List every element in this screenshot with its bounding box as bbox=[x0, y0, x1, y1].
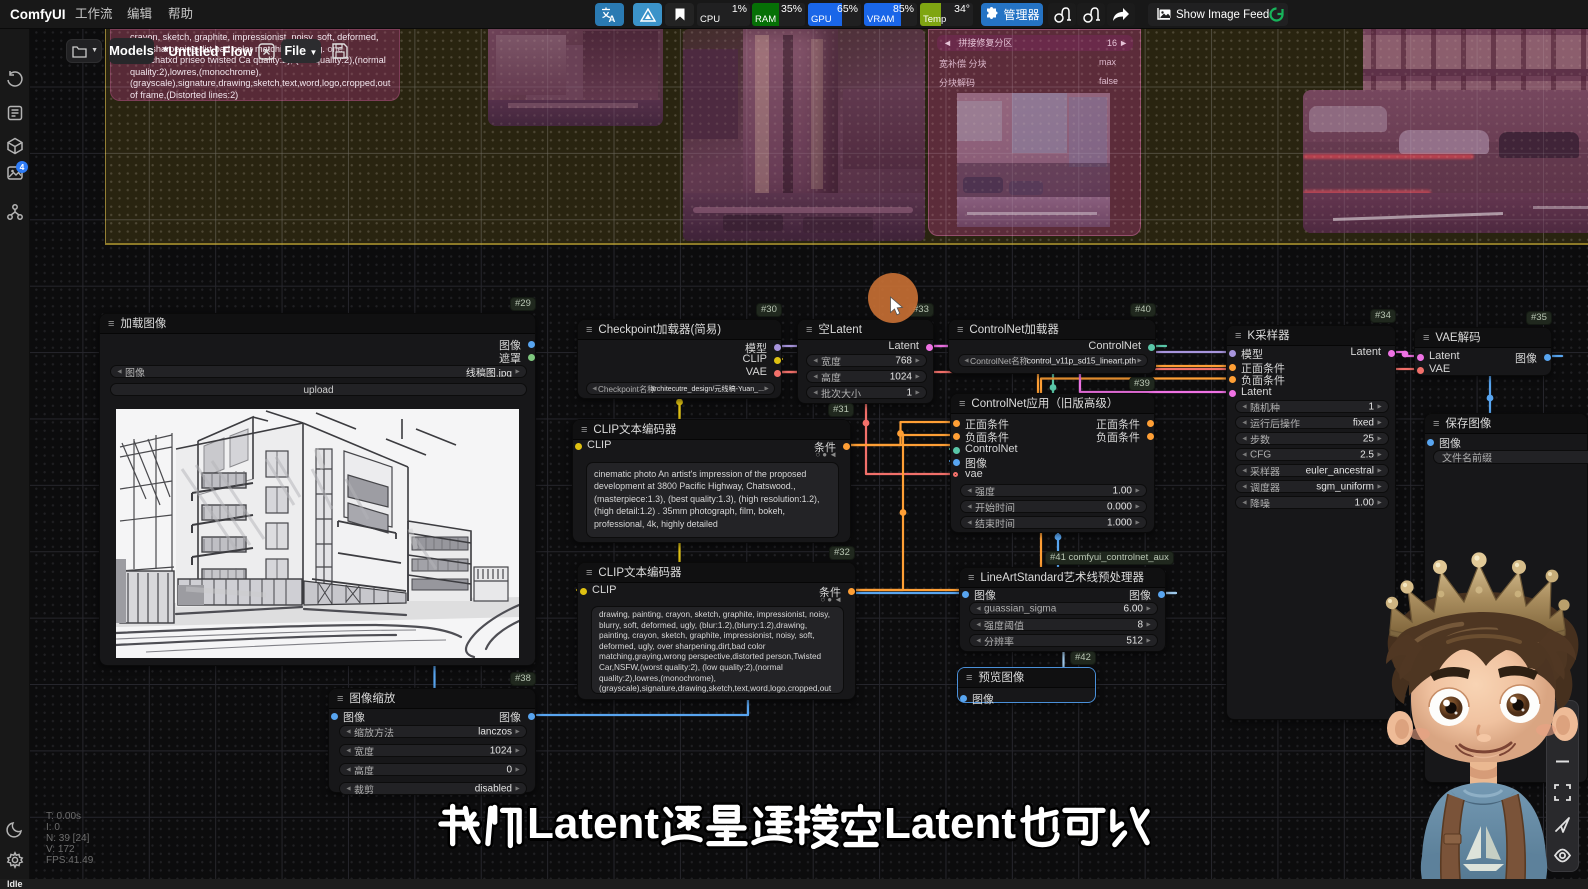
svg-text:A: A bbox=[609, 14, 616, 23]
